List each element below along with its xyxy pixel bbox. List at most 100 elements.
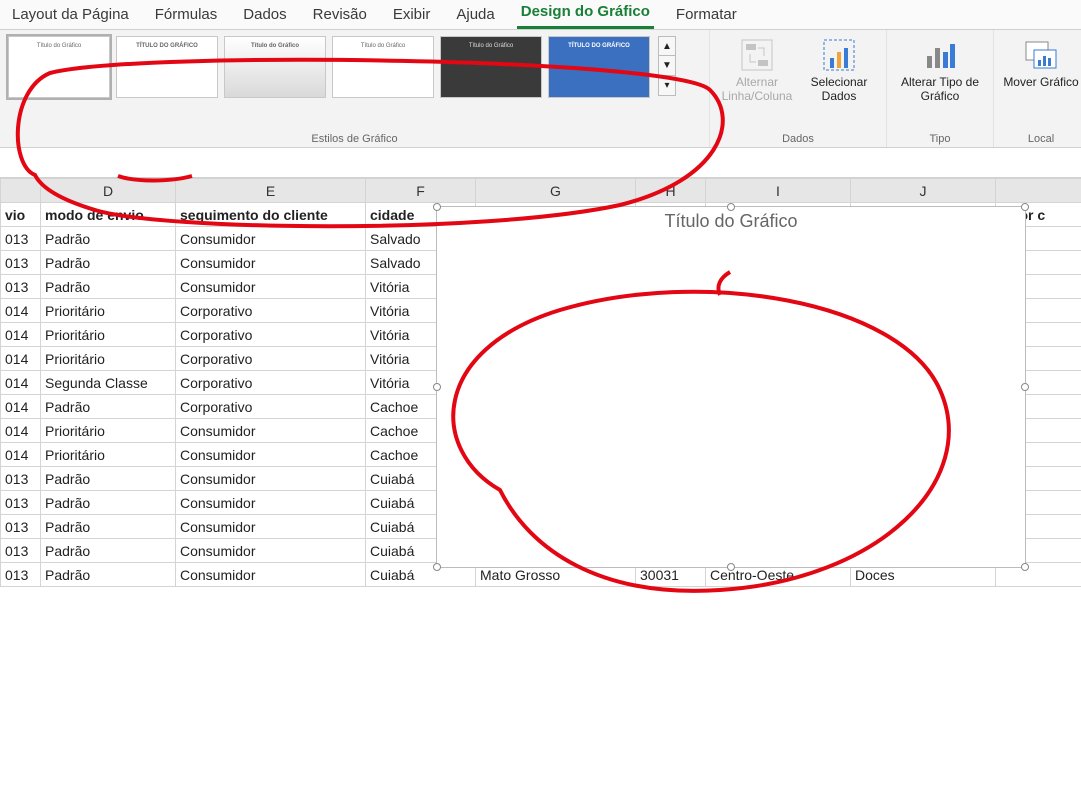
cell[interactable]: seguimento do cliente	[176, 203, 366, 227]
resize-handle[interactable]	[727, 563, 735, 571]
resize-handle[interactable]	[433, 563, 441, 571]
tab-formulas[interactable]: Fórmulas	[151, 2, 222, 29]
cell[interactable]: Prioritário	[41, 299, 176, 323]
resize-handle[interactable]	[727, 203, 735, 211]
group-label-tipo: Tipo	[930, 133, 951, 145]
cell[interactable]: Consumidor	[176, 467, 366, 491]
cell[interactable]: Consumidor	[176, 443, 366, 467]
cell[interactable]: Consumidor	[176, 539, 366, 563]
cell[interactable]: Padrão	[41, 539, 176, 563]
cell[interactable]: Prioritário	[41, 323, 176, 347]
resize-handle[interactable]	[433, 383, 441, 391]
column-header-row[interactable]: D E F G H I J	[1, 179, 1081, 203]
cell[interactable]: Padrão	[41, 395, 176, 419]
col-header-G[interactable]: G	[476, 179, 636, 203]
cell[interactable]: Consumidor	[176, 491, 366, 515]
chart-style-thumb-1[interactable]: Título do Gráfico	[8, 36, 110, 98]
resize-handle[interactable]	[1021, 383, 1029, 391]
cell[interactable]: 013	[1, 251, 41, 275]
cell[interactable]: Prioritário	[41, 347, 176, 371]
tab-layout-pagina[interactable]: Layout da Página	[8, 2, 133, 29]
col-header-blank2[interactable]	[996, 179, 1081, 203]
cell[interactable]: Corporativo	[176, 395, 366, 419]
cell[interactable]: Corporativo	[176, 299, 366, 323]
cell[interactable]: Padrão	[41, 467, 176, 491]
alternar-label: Alternar Linha/Coluna	[718, 76, 796, 104]
alternar-linha-coluna-button: Alternar Linha/Coluna	[718, 36, 796, 104]
cell[interactable]: 014	[1, 443, 41, 467]
tab-revisao[interactable]: Revisão	[309, 2, 371, 29]
resize-handle[interactable]	[1021, 203, 1029, 211]
col-header-F[interactable]: F	[366, 179, 476, 203]
tab-formatar[interactable]: Formatar	[672, 2, 741, 29]
select-data-icon	[822, 38, 856, 72]
tab-dados[interactable]: Dados	[239, 2, 290, 29]
mover-grafico-button[interactable]: Mover Gráfico	[1002, 36, 1080, 90]
thumb-title: TÍTULO DO GRÁFICO	[136, 43, 198, 49]
tab-exibir[interactable]: Exibir	[389, 2, 435, 29]
tab-design-grafico[interactable]: Design do Gráfico	[517, 0, 654, 29]
expand-icon: ▾	[664, 80, 669, 91]
gallery-expand[interactable]: ▾	[658, 76, 676, 96]
tab-ajuda[interactable]: Ajuda	[452, 2, 498, 29]
cell[interactable]: Padrão	[41, 251, 176, 275]
cell[interactable]: 013	[1, 539, 41, 563]
group-dados: Alternar Linha/Coluna Selecionar Dados D…	[710, 30, 887, 147]
cell[interactable]: vio	[1, 203, 41, 227]
cell[interactable]: 014	[1, 299, 41, 323]
chart-style-thumb-5[interactable]: Título do Gráfico	[440, 36, 542, 98]
cell[interactable]: 014	[1, 371, 41, 395]
thumb-title: Título do Gráfico	[469, 43, 513, 49]
gallery-scroll-down[interactable]: ▼	[658, 56, 676, 76]
cell[interactable]: Consumidor	[176, 563, 366, 587]
col-header-I[interactable]: I	[706, 179, 851, 203]
cell[interactable]: 013	[1, 275, 41, 299]
formula-bar-area[interactable]	[0, 148, 1081, 178]
cell[interactable]: Consumidor	[176, 227, 366, 251]
cell[interactable]: Consumidor	[176, 515, 366, 539]
col-header-E[interactable]: E	[176, 179, 366, 203]
cell[interactable]: 013	[1, 491, 41, 515]
chart-style-thumb-2[interactable]: TÍTULO DO GRÁFICO	[116, 36, 218, 98]
col-header-J[interactable]: J	[851, 179, 996, 203]
cell[interactable]: Corporativo	[176, 371, 366, 395]
col-header-D[interactable]: D	[41, 179, 176, 203]
cell[interactable]: Padrão	[41, 275, 176, 299]
cell[interactable]: Padrão	[41, 515, 176, 539]
cell[interactable]: 013	[1, 467, 41, 491]
swap-rows-cols-icon	[740, 38, 774, 72]
cell[interactable]: 013	[1, 515, 41, 539]
gallery-scroll-up[interactable]: ▲	[658, 36, 676, 56]
cell[interactable]: Corporativo	[176, 323, 366, 347]
col-header-H[interactable]: H	[636, 179, 706, 203]
embedded-chart[interactable]: Título do Gráfico	[436, 206, 1026, 568]
cell[interactable]: 013	[1, 227, 41, 251]
chart-style-thumb-6[interactable]: TÍTULO DO GRÁFICO	[548, 36, 650, 98]
resize-handle[interactable]	[433, 203, 441, 211]
chart-title[interactable]: Título do Gráfico	[437, 211, 1025, 232]
cell[interactable]: Corporativo	[176, 347, 366, 371]
cell[interactable]: 014	[1, 395, 41, 419]
alterar-tipo-grafico-button[interactable]: Alterar Tipo de Gráfico	[895, 36, 985, 104]
cell[interactable]: 014	[1, 419, 41, 443]
cell[interactable]: Consumidor	[176, 419, 366, 443]
resize-handle[interactable]	[1021, 563, 1029, 571]
cell[interactable]: Padrão	[41, 563, 176, 587]
cell[interactable]: 013	[1, 563, 41, 587]
cell[interactable]: 014	[1, 323, 41, 347]
selecionar-dados-button[interactable]: Selecionar Dados	[800, 36, 878, 104]
gallery-scroll: ▲ ▼ ▾	[658, 36, 676, 96]
col-header-blank[interactable]	[1, 179, 41, 203]
cell[interactable]: 014	[1, 347, 41, 371]
cell[interactable]: modo de envio	[41, 203, 176, 227]
cell[interactable]: Prioritário	[41, 443, 176, 467]
cell[interactable]: Prioritário	[41, 419, 176, 443]
cell[interactable]: Segunda Classe	[41, 371, 176, 395]
cell[interactable]: Padrão	[41, 491, 176, 515]
mover-label: Mover Gráfico	[1003, 76, 1078, 90]
cell[interactable]: Consumidor	[176, 251, 366, 275]
cell[interactable]: Consumidor	[176, 275, 366, 299]
chart-style-thumb-3[interactable]: Título do Gráfico	[224, 36, 326, 98]
cell[interactable]: Padrão	[41, 227, 176, 251]
chart-style-thumb-4[interactable]: Título do Gráfico	[332, 36, 434, 98]
